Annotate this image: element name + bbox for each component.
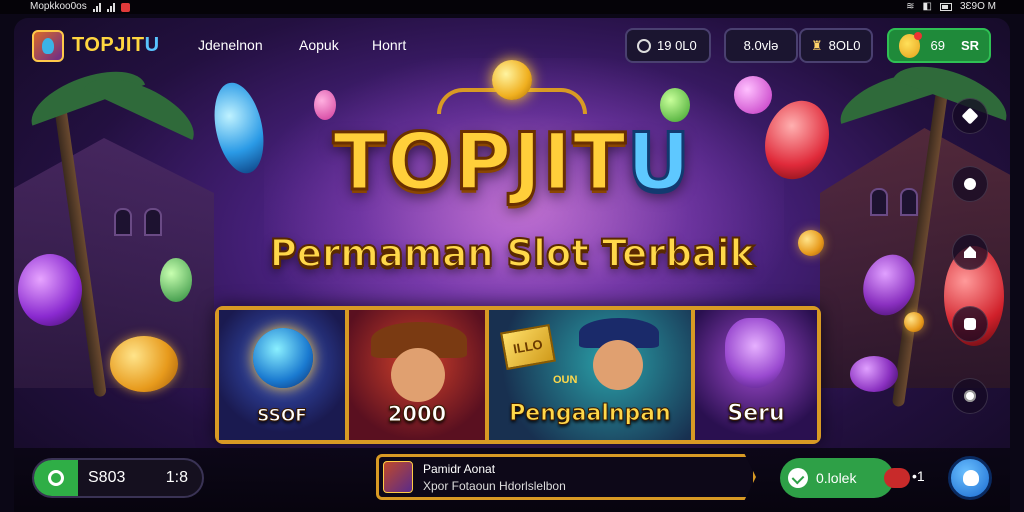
wrench-icon[interactable] [952,98,988,134]
notification-count: •1 [912,468,925,484]
game-card-1[interactable]: SSOF [219,310,349,440]
wallet-value: S803 [88,469,126,486]
profile-level: 69 [930,38,945,53]
gem-icon [253,328,313,388]
game-card-label: 2000 [387,402,447,427]
balance-pill-2[interactable]: 8.0vlə [724,28,798,63]
ticket-icon: ILLO [500,323,556,371]
bottom-bar: S803 1:8 Pamidr Aonat Xpor Fotaoun Hdorl… [14,448,1010,512]
floating-coin [110,336,178,392]
balance-pill-coins[interactable]: 19 0L0 [625,28,711,63]
nav-link-3[interactable]: Honrt [372,37,406,53]
brand-name-gold: TOPJIT [72,34,145,56]
avatar-icon [899,31,923,58]
profile-pill[interactable]: 69 SR [887,28,991,63]
ticket-tag: ILLO [512,336,544,357]
system-status-bar: Mopkkoo0os ≋ ◧ 3Ɛ9O M [0,0,1024,14]
settings-icon[interactable] [952,378,988,414]
game-card-label: Pengaalnpan [509,401,672,427]
hero-title-blue: U [625,117,692,210]
hero-title-gold: TOPJIT [331,117,627,210]
balance-value-2: 8.0vlə [743,38,779,53]
status-clock: 3Ɛ9O M [959,1,996,12]
share-icon[interactable] [952,166,988,202]
floating-candy [734,76,772,114]
profile-label: SR [960,38,979,53]
check-icon [788,468,808,488]
game-card-label: Seru [727,401,785,427]
game-card-4[interactable]: Seru [695,310,817,440]
brand-name-blue: U [144,34,160,56]
nav-link-2[interactable]: Aopuk [299,37,339,53]
card-tag: OUN [553,374,578,386]
vibrate-icon: ◧ [922,1,932,12]
floating-candy [660,88,690,122]
game-card-3[interactable]: ILLO OUN Pengaalnpan [489,310,695,440]
hero-subtitle: Permaman Slot Terbaik [269,231,755,276]
home-icon[interactable] [952,234,988,270]
game-card-2[interactable]: 2000 [349,310,489,440]
wallet-widget[interactable]: S803 1:8 [32,458,204,498]
notification-badge[interactable] [884,468,910,488]
coin-icon [637,38,651,53]
game-card-label: SSOF [257,406,308,427]
floating-candy [314,90,336,120]
support-icon[interactable] [948,456,992,500]
announcement-title: Pamidr Aonat [423,462,496,476]
refresh-icon[interactable] [34,460,78,496]
announcement-text: Xpor Fotaoun Hdorlslelbon [423,479,566,493]
trophy-value: 8OL0 [828,38,861,53]
demon-character [725,318,785,388]
trophy-icon: ♜ [811,37,823,53]
brand-name[interactable]: TOPJITU [72,34,160,57]
floating-orb-small [850,356,898,392]
signal-icon [92,2,101,12]
game-cards-row: SSOF 2000 ILLO OUN Pengaalnpan Seru [215,306,821,444]
balance-value: 19 0L0 [657,38,697,53]
announcement-ticker[interactable]: Pamidr Aonat Xpor Fotaoun Hdorlslelbon [376,454,756,500]
cowboy-character [391,348,445,402]
title-crown-ornament [437,60,587,120]
signal-icon-secondary [106,2,115,12]
announcement-thumbnail [383,461,413,493]
chat-icon[interactable] [952,306,988,342]
notification-icon [120,2,130,12]
pirate-character [593,340,643,390]
status-carrier-text: Mopkkoo0os [30,1,87,12]
balance-pill-trophy[interactable]: ♜ 8OL0 [799,28,873,63]
wifi-icon: ≋ [906,1,915,12]
game-logo-icon[interactable] [32,30,64,62]
hero-title: TOPJITU [0,117,1024,210]
wallet-ratio: 1:8 [165,469,188,486]
green-action-button[interactable]: 0.lolek [780,458,894,498]
battery-icon [939,3,952,11]
nav-link-1[interactable]: Jdenelnon [198,37,263,53]
floating-coin [904,312,924,332]
green-action-label: 0.lolek [816,470,857,486]
